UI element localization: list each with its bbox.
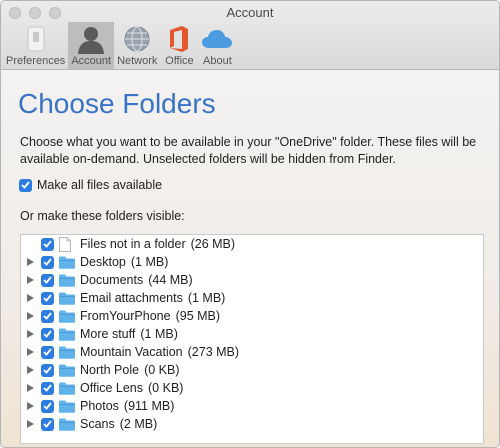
folder-icon [59,273,75,287]
folder-checkbox[interactable] [41,363,54,377]
folder-size: (1 MB) [130,255,169,269]
disclosure-triangle-icon[interactable] [27,276,37,284]
folder-name: Email attachments [80,291,183,305]
disclosure-triangle-icon[interactable] [27,402,37,410]
folder-size: (0 KB) [148,381,184,395]
folder-row[interactable]: Email attachments (1 MB) [21,289,483,307]
tab-label: Network [117,55,158,67]
file-icon [59,236,75,252]
tab-office[interactable]: Office [160,22,198,69]
folder-checkbox[interactable] [41,273,54,287]
folder-row[interactable]: Files not in a folder (26 MB) [21,235,483,253]
folder-row[interactable]: Documents (44 MB) [21,271,483,289]
folder-icon [59,363,75,377]
folder-checkbox[interactable] [41,327,54,341]
folder-checkbox[interactable] [41,399,54,413]
folder-name: Scans [80,417,115,431]
person-icon [75,24,107,54]
folder-checkbox[interactable] [41,255,54,269]
folder-row[interactable]: Photos (911 MB) [21,397,483,415]
folder-row[interactable]: FromYourPhone (95 MB) [21,307,483,325]
folder-name: Documents [80,273,144,287]
folder-name: Files not in a folder [80,237,186,251]
folder-row[interactable]: Office Lens (0 KB) [21,379,483,397]
folder-checkbox[interactable] [41,291,54,305]
folder-size: (0 KB) [144,363,180,377]
folder-size: (44 MB) [148,273,193,287]
disclosure-triangle-icon[interactable] [27,258,37,266]
tab-network[interactable]: Network [114,22,160,69]
folder-checkbox[interactable] [41,309,54,323]
folder-icon [59,255,75,269]
folder-checkbox[interactable] [41,381,54,395]
folder-checkbox[interactable] [41,417,54,431]
description-text: Choose what you want to be available in … [20,135,477,166]
disclosure-triangle-icon[interactable] [27,312,37,320]
folder-row[interactable]: More stuff (1 MB) [21,325,483,343]
folder-size: (1 MB) [140,327,178,341]
folders-visible-label: Or make these folders visible: [20,209,185,223]
preferences-toolbar: Preferences Account Network Office About [3,22,236,69]
folder-name: Photos [80,399,119,413]
folder-size: (26 MB) [190,237,236,251]
title-bar: Account Preferences Account Network Offi… [1,1,499,70]
folder-size: (273 MB) [187,345,240,359]
checkbox-checked-icon[interactable] [19,178,32,192]
office-icon [163,24,195,54]
disclosure-triangle-icon[interactable] [27,294,37,302]
folder-checkbox[interactable] [41,237,54,251]
folder-row[interactable]: Mountain Vacation (273 MB) [21,343,483,361]
window-title: Account [226,5,274,20]
folder-icon [59,399,75,413]
folder-icon [59,327,75,341]
make-all-files-label: Make all files available [37,178,163,192]
page-title: Choose Folders [18,88,216,119]
tab-label: About [203,55,232,67]
tab-label: Account [71,55,112,67]
folder-name: Desktop [80,255,126,269]
folder-name: FromYourPhone [80,309,171,323]
folder-icon [59,309,75,323]
choose-folders-pane: Choose Folders Choose what you want to b… [1,70,499,447]
disclosure-triangle-icon[interactable] [27,330,37,338]
folder-size: (2 MB) [119,417,158,431]
folder-row[interactable]: Scans (2 MB) [21,415,483,433]
globe-icon [121,24,153,54]
folder-name: More stuff [80,327,136,341]
folder-icon [59,291,75,305]
make-all-files-available-checkbox[interactable]: Make all files available [19,178,162,192]
disclosure-triangle-icon[interactable] [27,384,37,392]
disclosure-triangle-icon[interactable] [27,366,37,374]
tab-label: Office [165,55,194,67]
tab-account[interactable]: Account [68,22,115,69]
folder-size: (911 MB) [123,399,175,413]
folder-row[interactable]: Desktop (1 MB) [21,253,483,271]
folder-row[interactable]: North Pole (0 KB) [21,361,483,379]
folder-tree[interactable]: Files not in a folder (26 MB) Desktop (1… [20,234,484,444]
disclosure-triangle-icon[interactable] [27,420,37,428]
folder-size: (95 MB) [175,309,221,323]
folder-name: Office Lens [80,381,144,395]
switch-icon [20,24,52,54]
disclosure-triangle-icon[interactable] [27,348,37,356]
tab-preferences[interactable]: Preferences [3,22,68,69]
cloud-icon [201,24,233,54]
folder-checkbox[interactable] [41,345,54,359]
tab-about[interactable]: About [198,22,236,69]
folder-size: (1 MB) [187,291,226,305]
folder-icon [59,417,75,431]
tab-label: Preferences [6,55,66,67]
folder-icon [59,381,75,395]
account-window: Account Preferences Account Network Offi… [0,0,500,448]
folder-name: Mountain Vacation [80,345,183,359]
folder-name: North Pole [80,363,140,377]
folder-icon [59,345,75,359]
